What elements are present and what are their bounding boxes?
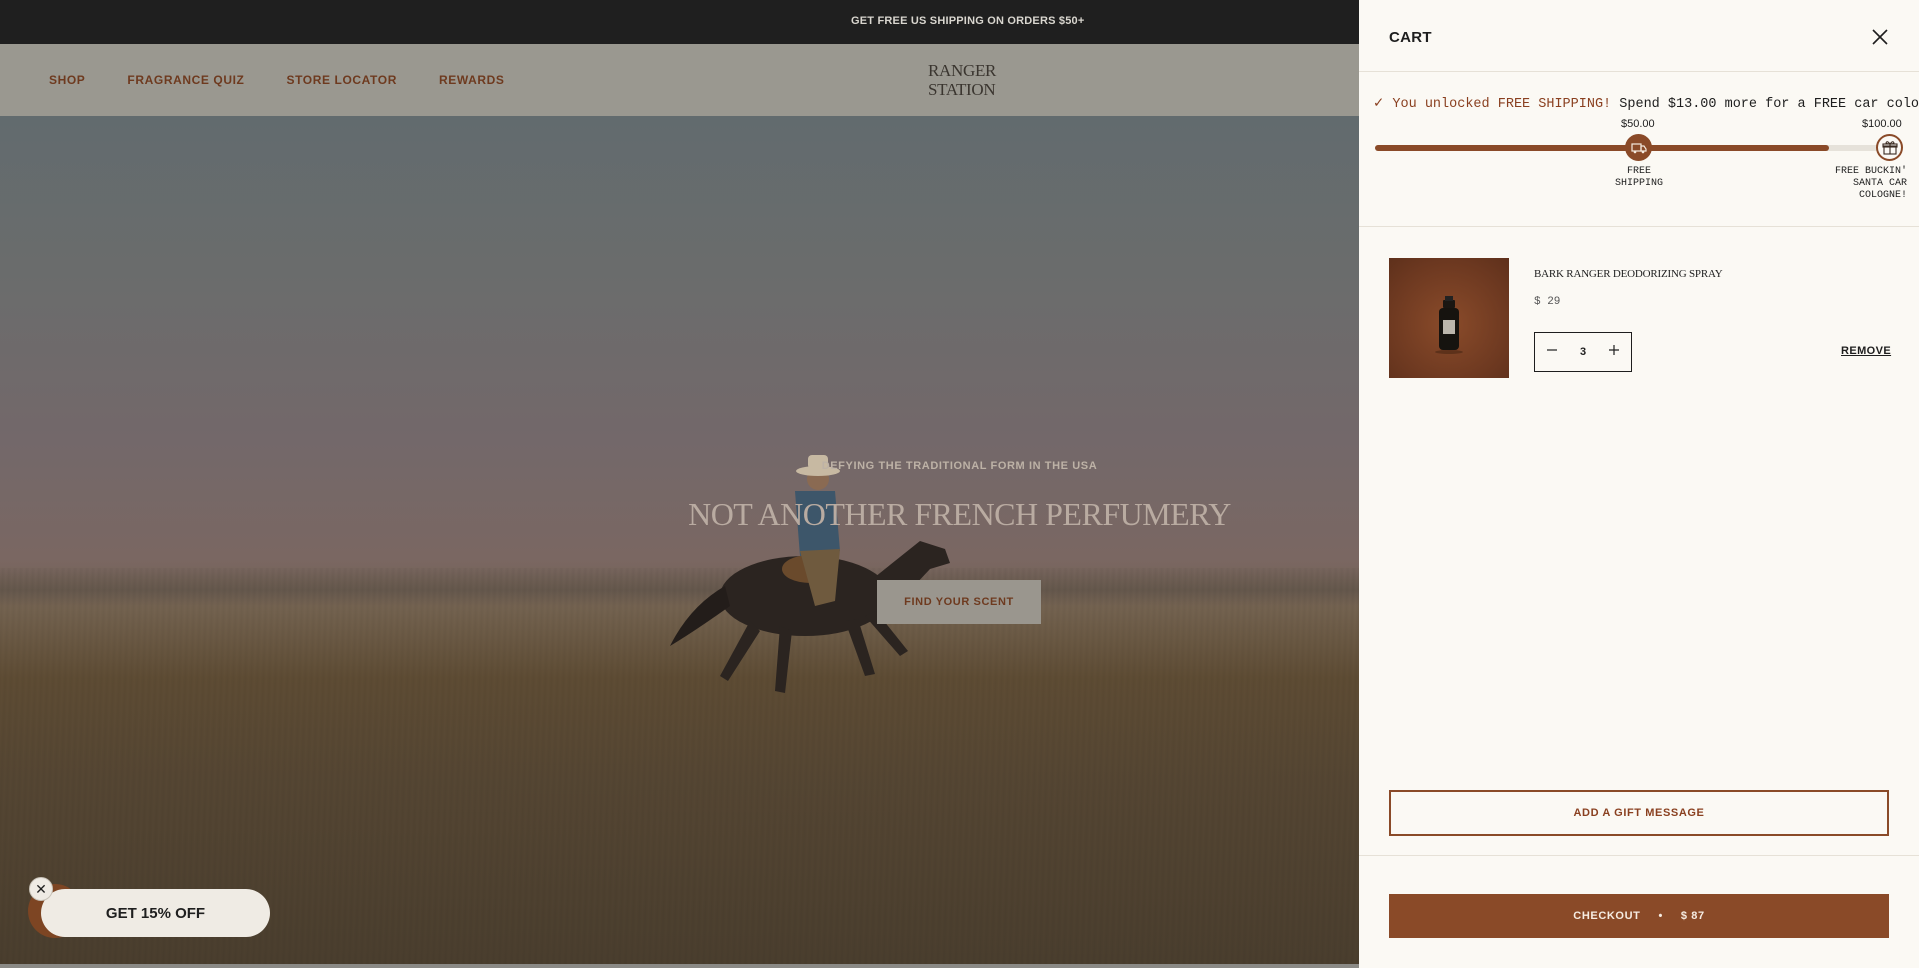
logo-line-2: STATION — [928, 80, 996, 99]
shipping-progress-fill — [1375, 145, 1830, 151]
hero-banner — [0, 116, 1359, 968]
get-discount-button[interactable]: GET 15% OFF — [41, 889, 270, 937]
nav-fragrance-quiz[interactable]: FRAGRANCE QUIZ — [127, 73, 244, 87]
cart-drawer: CART ✓ You unlocked FREE SHIPPING! Spend… — [1359, 0, 1919, 968]
product-price: $ 29 — [1534, 296, 1561, 308]
check-icon: ✓ — [1373, 97, 1385, 112]
remove-item-button[interactable]: REMOVE — [1841, 345, 1891, 357]
quantity-input[interactable] — [1569, 333, 1597, 371]
cowboy-on-horse-image — [670, 455, 950, 693]
increase-quantity-icon[interactable] — [1597, 333, 1631, 371]
main-nav: SHOP FRAGRANCE QUIZ STORE LOCATOR REWARD… — [49, 73, 505, 87]
find-your-scent-button[interactable]: FIND YOUR SCENT — [877, 580, 1041, 624]
decrease-quantity-icon[interactable] — [1535, 333, 1569, 371]
checkout-separator: • — [1658, 910, 1663, 922]
nav-rewards[interactable]: REWARDS — [439, 73, 505, 87]
checkout-label: CHECKOUT — [1573, 910, 1641, 922]
cart-header: CART — [1359, 0, 1919, 72]
checkout-button[interactable]: CHECKOUT • $ 87 — [1389, 894, 1889, 938]
gift-icon — [1876, 134, 1903, 161]
shipping-progress-message: ✓ You unlocked FREE SHIPPING! Spend $13.… — [1373, 95, 1919, 112]
add-gift-message-button[interactable]: ADD A GIFT MESSAGE — [1389, 790, 1889, 836]
tier-price-shipping: $50.00 — [1621, 118, 1655, 130]
checkout-total: $ 87 — [1680, 910, 1705, 922]
spend-more-text: Spend $13.00 more for a FREE car cologne — [1619, 97, 1919, 112]
storefront-page: SHOP FRAGRANCE QUIZ STORE LOCATOR REWARD… — [0, 0, 1359, 968]
spray-bottle-icon — [1435, 296, 1463, 354]
close-discount-icon[interactable]: ✕ — [29, 877, 53, 901]
site-header: SHOP FRAGRANCE QUIZ STORE LOCATOR REWARD… — [0, 44, 1359, 116]
quantity-stepper — [1534, 332, 1632, 372]
close-cart-icon[interactable] — [1869, 26, 1891, 48]
shipping-unlocked-text: You unlocked FREE SHIPPING! — [1392, 97, 1612, 112]
nav-shop[interactable]: SHOP — [49, 73, 85, 87]
product-name[interactable]: BARK RANGER DEODORIZING SPRAY — [1534, 268, 1723, 280]
tier-label-cologne: FREE BUCKIN' SANTA CAR COLOGNE! — [1834, 166, 1907, 201]
tier-label-shipping: FREE SHIPPING — [1615, 166, 1664, 189]
product-image[interactable] — [1389, 258, 1509, 378]
logo-line-1: RANGER — [928, 61, 997, 80]
announcement-text: GET FREE US SHIPPING ON ORDERS $50+ — [851, 15, 1085, 27]
tier-price-cologne: $100.00 — [1862, 118, 1902, 130]
cart-title: CART — [1389, 29, 1432, 46]
site-logo[interactable]: RANGER STATION — [928, 61, 997, 99]
truck-icon — [1625, 134, 1652, 161]
nav-store-locator[interactable]: STORE LOCATOR — [286, 73, 396, 87]
